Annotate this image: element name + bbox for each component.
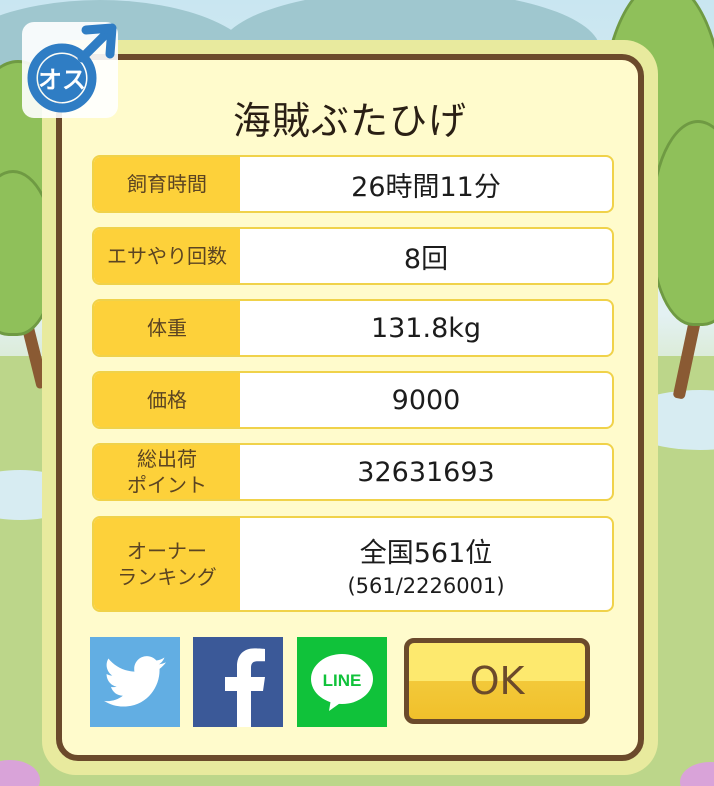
ok-button[interactable]: OK — [404, 638, 590, 724]
stat-label: 飼育時間 — [94, 157, 240, 211]
stat-value: 32631693 — [240, 445, 612, 499]
stat-value: 全国561位 (561/2226001) — [240, 518, 612, 610]
stat-row-price: 価格 9000 — [92, 371, 614, 429]
stat-label-text: エサやり回数 — [107, 244, 227, 268]
pig-info-dialog: 海賊ぶたひげ 飼育時間 26時間11分 エサやり回数 8回 体重 131.8kg… — [42, 40, 658, 775]
ranking-detail-text: (561/2226001) — [347, 573, 505, 598]
stat-label-text: 価格 — [147, 388, 187, 412]
stat-value-text: 26時間11分 — [351, 171, 501, 203]
stat-label-text: 飼育時間 — [127, 172, 207, 196]
stat-label-text: オーナー — [127, 539, 207, 563]
ok-button-label: OK — [469, 659, 525, 703]
twitter-bird-icon — [104, 656, 166, 707]
stat-label: 総出荷 ポイント — [94, 445, 240, 499]
pig-name-title: 海賊ぶたひげ — [232, 99, 467, 143]
stat-row-feed-count: エサやり回数 8回 — [92, 227, 614, 285]
twitter-share-button[interactable] — [90, 637, 180, 727]
stat-label: エサやり回数 — [94, 229, 240, 283]
facebook-f-icon — [225, 648, 265, 727]
stat-row-owner-ranking: オーナー ランキング 全国561位 (561/2226001) — [92, 516, 614, 612]
stat-value: 26時間11分 — [240, 157, 612, 211]
stat-label: 価格 — [94, 373, 240, 427]
stat-value: 9000 — [240, 373, 612, 427]
stat-value-text: 全国561位 — [359, 537, 493, 569]
stat-value-text: 8回 — [403, 243, 449, 275]
stat-value: 131.8kg — [240, 301, 612, 355]
stat-row-raising-time: 飼育時間 26時間11分 — [92, 155, 614, 213]
facebook-share-button[interactable] — [193, 637, 283, 727]
stat-label: 体重 — [94, 301, 240, 355]
stat-label-text: 総出荷 — [137, 447, 197, 471]
stat-row-weight: 体重 131.8kg — [92, 299, 614, 357]
line-logo-text: LINE — [323, 671, 362, 690]
stat-label-text: ランキング — [117, 565, 217, 589]
line-share-button[interactable]: LINE — [297, 637, 387, 727]
stat-value-text: 9000 — [391, 384, 461, 416]
stat-label-text: 体重 — [147, 316, 187, 340]
stat-label: オーナー ランキング — [94, 518, 240, 610]
stat-value-text: 131.8kg — [370, 312, 482, 344]
stat-label-text: ポイント — [127, 473, 207, 497]
stat-row-shipping-points: 総出荷 ポイント 32631693 — [92, 443, 614, 501]
gender-badge-text: オス — [38, 66, 86, 94]
stat-value: 8回 — [240, 229, 612, 283]
male-gender-icon: オス — [22, 22, 118, 118]
line-bubble-icon: LINE — [311, 654, 373, 711]
stat-value-text: 32631693 — [357, 456, 495, 488]
